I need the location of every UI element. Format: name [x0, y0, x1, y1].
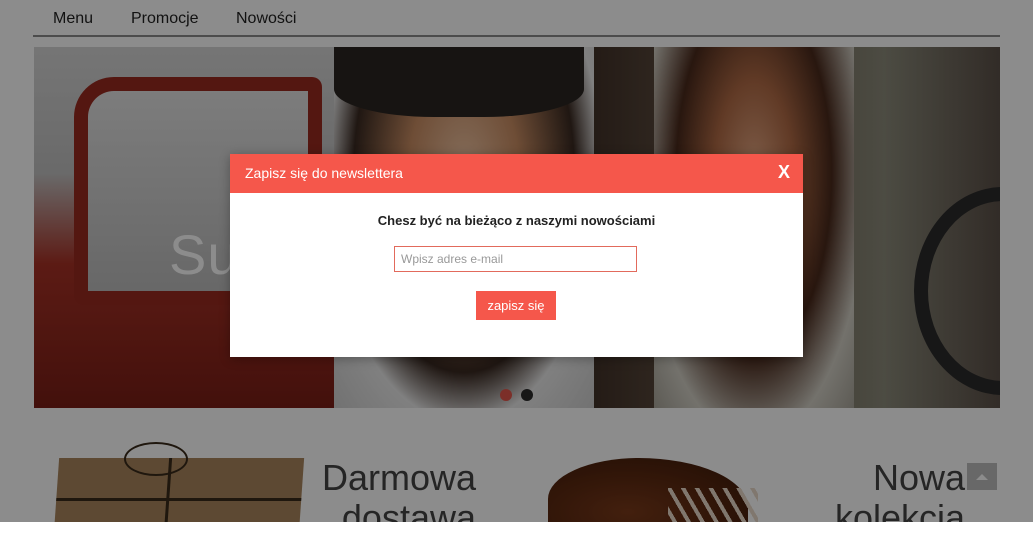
page: Menu Promocje Nowości Su Darmowa dostawa…: [0, 0, 1033, 522]
subscribe-button[interactable]: zapisz się: [476, 291, 556, 320]
bottom-strip: [0, 522, 1033, 540]
modal-header: Zapisz się do newslettera X: [230, 154, 803, 193]
modal-subtitle: Chesz być na bieżąco z naszymi nowościam…: [377, 213, 656, 228]
newsletter-modal: Zapisz się do newslettera X Chesz być na…: [230, 154, 803, 357]
close-button[interactable]: X: [778, 162, 790, 183]
modal-title: Zapisz się do newslettera: [245, 165, 403, 181]
email-field[interactable]: [394, 246, 637, 272]
